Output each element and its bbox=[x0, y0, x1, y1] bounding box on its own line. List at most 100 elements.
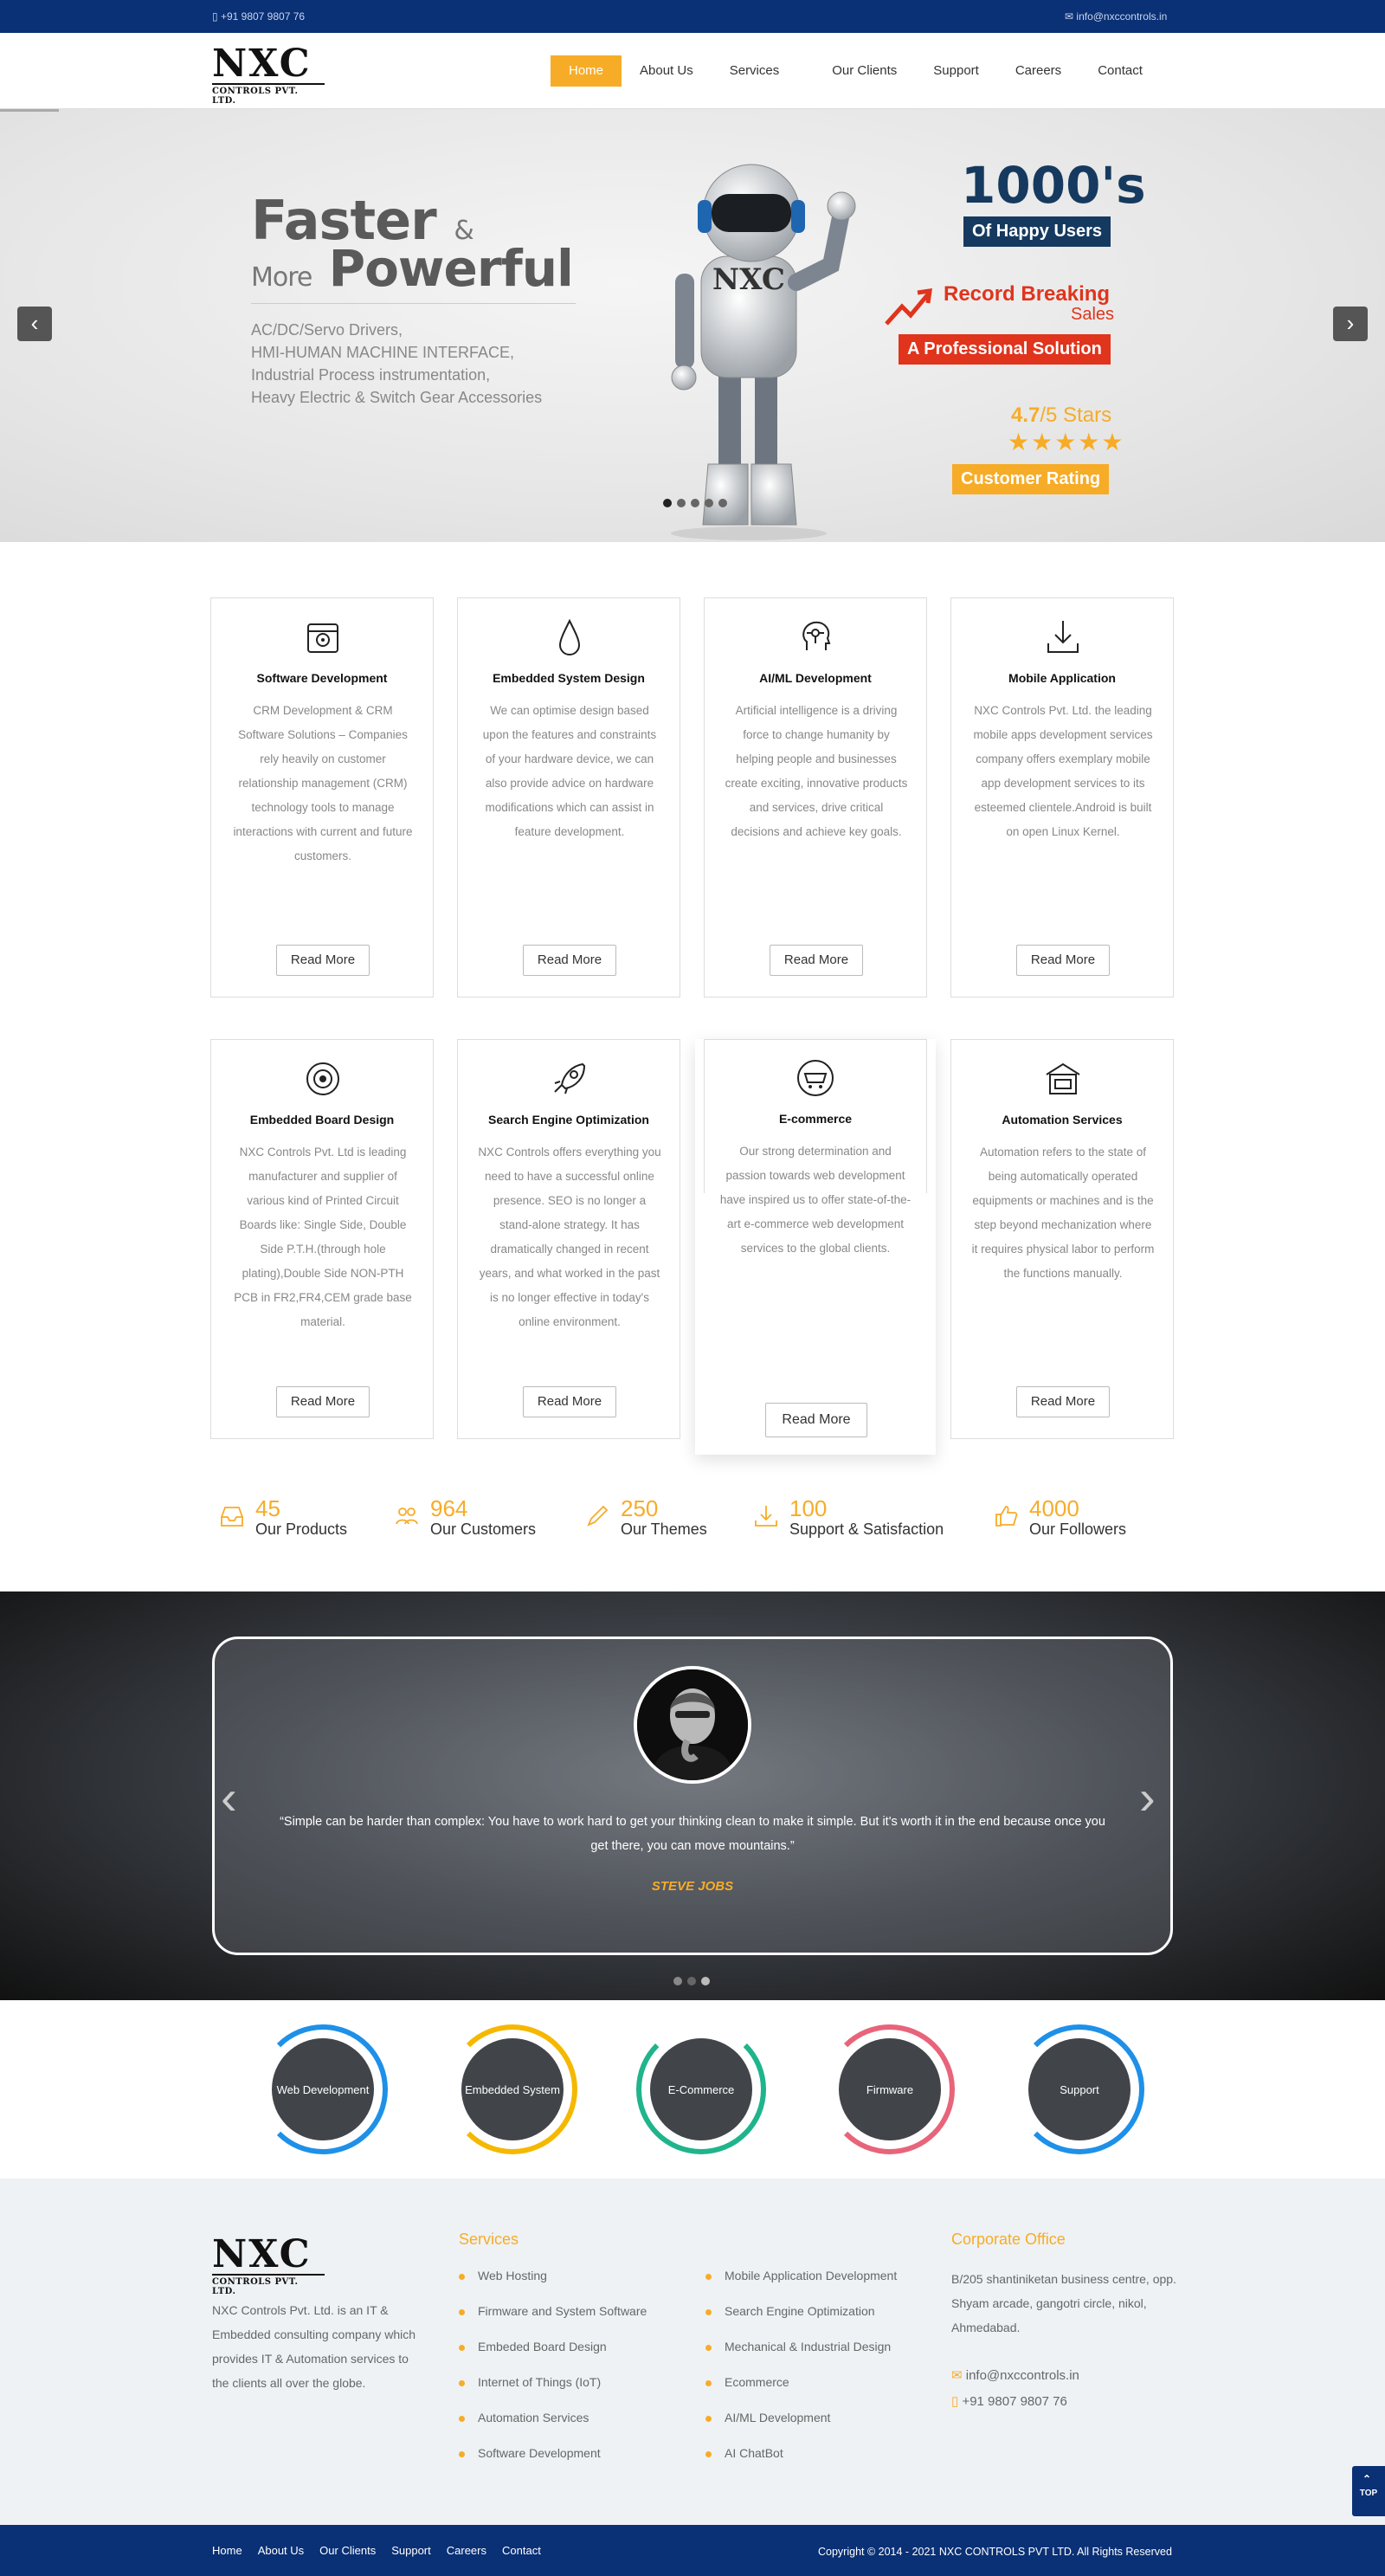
footer-phone[interactable]: ▯ +91 9807 9807 76 bbox=[951, 2390, 1067, 2414]
footer-link[interactable]: Mobile Application Development bbox=[704, 2269, 897, 2304]
hero-subtitle: AC/DC/Servo Drivers, HMI-HUMAN MACHINE IN… bbox=[251, 321, 543, 406]
nav-clients[interactable]: Our Clients bbox=[814, 55, 915, 87]
logo-main: NXC bbox=[212, 42, 312, 86]
bottom-link-contact[interactable]: Contact bbox=[502, 2544, 541, 2557]
footer-link[interactable]: Web Hosting bbox=[457, 2269, 647, 2304]
footer-link[interactable]: Mechanical & Industrial Design bbox=[704, 2340, 897, 2375]
testimonial-dot-3[interactable] bbox=[701, 1977, 710, 1985]
read-more-button[interactable]: Read More bbox=[523, 945, 616, 976]
bottom-link-clients[interactable]: Our Clients bbox=[319, 2544, 376, 2557]
service-title: Mobile Application bbox=[1008, 671, 1116, 685]
bottom-link-support[interactable]: Support bbox=[391, 2544, 431, 2557]
email-text: info@nxccontrols.in bbox=[1076, 10, 1168, 23]
nav-careers[interactable]: Careers bbox=[997, 55, 1079, 87]
hero-prev-arrow[interactable]: ‹ bbox=[17, 307, 52, 341]
footer-email[interactable]: ✉ info@nxccontrols.in bbox=[951, 2364, 1079, 2388]
read-more-button[interactable]: Read More bbox=[276, 945, 370, 976]
bottom-link-careers[interactable]: Careers bbox=[447, 2544, 486, 2557]
slider-progress bbox=[0, 109, 59, 112]
hero-dot-5[interactable] bbox=[718, 499, 727, 507]
service-card-ecommerce: E-commerce Our strong determination and … bbox=[695, 1039, 936, 1455]
nav-contact[interactable]: Contact bbox=[1079, 55, 1161, 87]
read-more-button[interactable]: Read More bbox=[523, 1386, 616, 1417]
testimonial-next-arrow[interactable]: › bbox=[1139, 1773, 1156, 1822]
ai-head-icon bbox=[802, 621, 831, 650]
hero-dot-2[interactable] bbox=[677, 499, 686, 507]
main-nav: Home About Us Services Our Clients Suppo… bbox=[551, 55, 1161, 87]
service-card-mobile-app: Mobile Application NXC Controls Pvt. Ltd… bbox=[950, 597, 1174, 997]
hero-pagination bbox=[663, 499, 727, 507]
rating-stars: ★★★★★ bbox=[1008, 429, 1125, 455]
trend-up-icon bbox=[885, 288, 932, 326]
phone-contact[interactable]: ▯ +91 9807 9807 76 bbox=[212, 10, 305, 23]
footer-link[interactable]: Embeded Board Design bbox=[457, 2340, 647, 2375]
back-to-top-button[interactable]: ⌃ TOP bbox=[1352, 2466, 1385, 2516]
service-text: We can optimise design based upon the fe… bbox=[482, 704, 657, 838]
nav-home[interactable]: Home bbox=[551, 55, 622, 87]
testimonial-dot-1[interactable] bbox=[673, 1977, 682, 1985]
circle-web-development[interactable]: Web Development bbox=[258, 2024, 388, 2154]
service-title: AI/ML Development bbox=[759, 671, 872, 685]
testimonial-quote: “Simple can be harder than complex: You … bbox=[280, 1815, 1105, 1853]
download-icon bbox=[1047, 621, 1079, 653]
users-icon bbox=[396, 1508, 418, 1525]
footer-link[interactable]: Firmware and System Software bbox=[457, 2304, 647, 2340]
nav-services[interactable]: Services bbox=[712, 55, 815, 87]
nav-support[interactable]: Support bbox=[915, 55, 997, 87]
testimonial-prev-arrow[interactable]: ‹ bbox=[221, 1773, 237, 1822]
stat-themes: 250 Our Themes bbox=[584, 1496, 707, 1539]
hero-dot-4[interactable] bbox=[705, 499, 713, 507]
copyright: Copyright © 2014 - 2021 NXC CONTROLS PVT… bbox=[818, 2546, 1172, 2558]
circle-firmware[interactable]: Firmware bbox=[825, 2024, 955, 2154]
footer-link[interactable]: Software Development bbox=[457, 2446, 647, 2482]
nav-about[interactable]: About Us bbox=[622, 55, 712, 87]
email-contact[interactable]: ✉ info@nxccontrols.in bbox=[1065, 10, 1167, 23]
inbox-icon bbox=[221, 1507, 243, 1527]
footer-services-list-1: Web Hosting Firmware and System Software… bbox=[457, 2269, 647, 2482]
professional-tag: A Professional Solution bbox=[899, 334, 1111, 365]
stat-products: 45 Our Products bbox=[219, 1496, 347, 1539]
phone-icon: ▯ bbox=[951, 2394, 959, 2409]
mail-icon: ✉ bbox=[951, 2368, 963, 2383]
read-more-button[interactable]: Read More bbox=[276, 1386, 370, 1417]
testimonial-author: STEVE JOBS bbox=[651, 1879, 734, 1894]
logo[interactable]: NXC CONTROLS PVT. LTD. bbox=[212, 42, 325, 106]
service-card-board-design: Embedded Board Design NXC Controls Pvt. … bbox=[210, 1039, 434, 1439]
hero-dot-3[interactable] bbox=[691, 499, 699, 507]
thumbs-up-icon bbox=[995, 1506, 1018, 1527]
logo-sub: CONTROLS PVT. LTD. bbox=[212, 83, 325, 106]
service-card-software: Software Development CRM Development & C… bbox=[210, 597, 434, 997]
hero-next-arrow[interactable]: › bbox=[1333, 307, 1368, 341]
footer-about: NXC Controls Pvt. Ltd. is an IT & Embedd… bbox=[212, 2303, 416, 2390]
circle-ecommerce[interactable]: E-Commerce bbox=[636, 2024, 766, 2154]
read-more-button[interactable]: Read More bbox=[1016, 945, 1110, 976]
avatar bbox=[634, 1666, 751, 1784]
bottom-link-about[interactable]: About Us bbox=[258, 2544, 304, 2557]
circle-support[interactable]: Support bbox=[1015, 2024, 1144, 2154]
footer-link[interactable]: Search Engine Optimization bbox=[704, 2304, 897, 2340]
happy-users-count: 1000's bbox=[961, 156, 1146, 215]
footer-link[interactable]: Internet of Things (IoT) bbox=[457, 2375, 647, 2411]
top-bar: ▯ +91 9807 9807 76 ✉ info@nxccontrols.in bbox=[0, 0, 1385, 33]
hero-dot-1[interactable] bbox=[663, 499, 672, 507]
footer-link[interactable]: AI ChatBot bbox=[704, 2446, 897, 2482]
footer-link[interactable]: Ecommerce bbox=[704, 2375, 897, 2411]
circle-embedded-system[interactable]: Embedded System bbox=[448, 2024, 577, 2154]
read-more-button[interactable]: Read More bbox=[770, 945, 863, 976]
footer-link[interactable]: AI/ML Development bbox=[704, 2411, 897, 2446]
footer-link[interactable]: Automation Services bbox=[457, 2411, 647, 2446]
read-more-button[interactable]: Read More bbox=[1016, 1386, 1110, 1417]
drop-icon bbox=[558, 618, 581, 655]
phone-text: +91 9807 9807 76 bbox=[220, 10, 306, 23]
footer-address: B/205 shantiniketan business centre, opp… bbox=[951, 2272, 1176, 2334]
robot-image: NXC bbox=[671, 164, 856, 540]
rating-text: 4.7/5 Stars bbox=[1011, 404, 1112, 427]
bottom-link-home[interactable]: Home bbox=[212, 2544, 242, 2557]
service-title: Automation Services bbox=[1002, 1113, 1123, 1127]
service-card-automation: Automation Services Automation refers to… bbox=[950, 1039, 1174, 1439]
testimonial-dot-2[interactable] bbox=[687, 1977, 696, 1985]
footer-logo[interactable]: NXC CONTROLS PVT. LTD. bbox=[212, 2236, 325, 2296]
service-text: NXC Controls Pvt. Ltd. the leading mobil… bbox=[973, 704, 1153, 838]
phone-icon: ▯ bbox=[212, 10, 218, 23]
read-more-button[interactable]: Read More bbox=[765, 1403, 867, 1437]
